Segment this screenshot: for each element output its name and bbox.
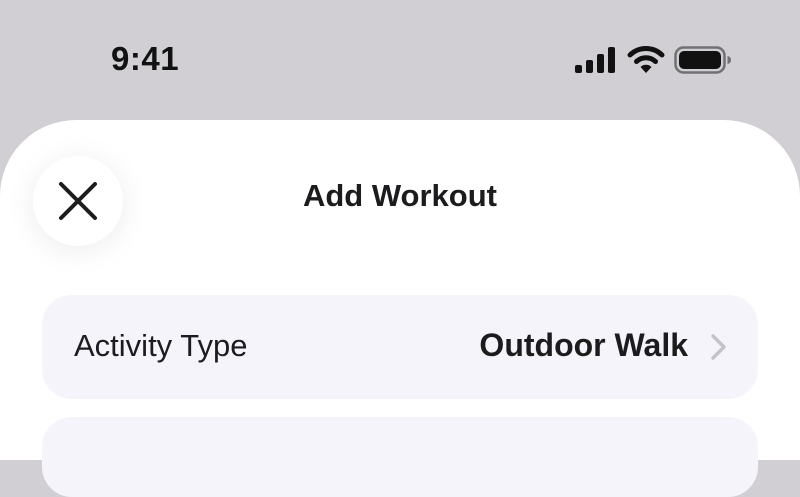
next-form-row[interactable] xyxy=(42,417,758,497)
activity-type-label: Activity Type xyxy=(74,328,248,363)
activity-type-value: Outdoor Walk xyxy=(479,327,688,363)
add-workout-sheet: Add Workout Activity Type Outdoor Walk xyxy=(0,120,800,497)
cellular-signal-icon xyxy=(575,47,615,73)
status-bar: 9:41 xyxy=(0,0,800,120)
sheet-title: Add Workout xyxy=(302,178,497,213)
activity-type-row[interactable]: Activity Type Outdoor Walk xyxy=(42,295,758,399)
status-time: 9:41 xyxy=(111,40,180,77)
wifi-icon xyxy=(627,46,665,73)
battery-icon xyxy=(674,46,731,74)
status-icons xyxy=(574,44,732,76)
chevron-right-icon xyxy=(711,334,726,360)
